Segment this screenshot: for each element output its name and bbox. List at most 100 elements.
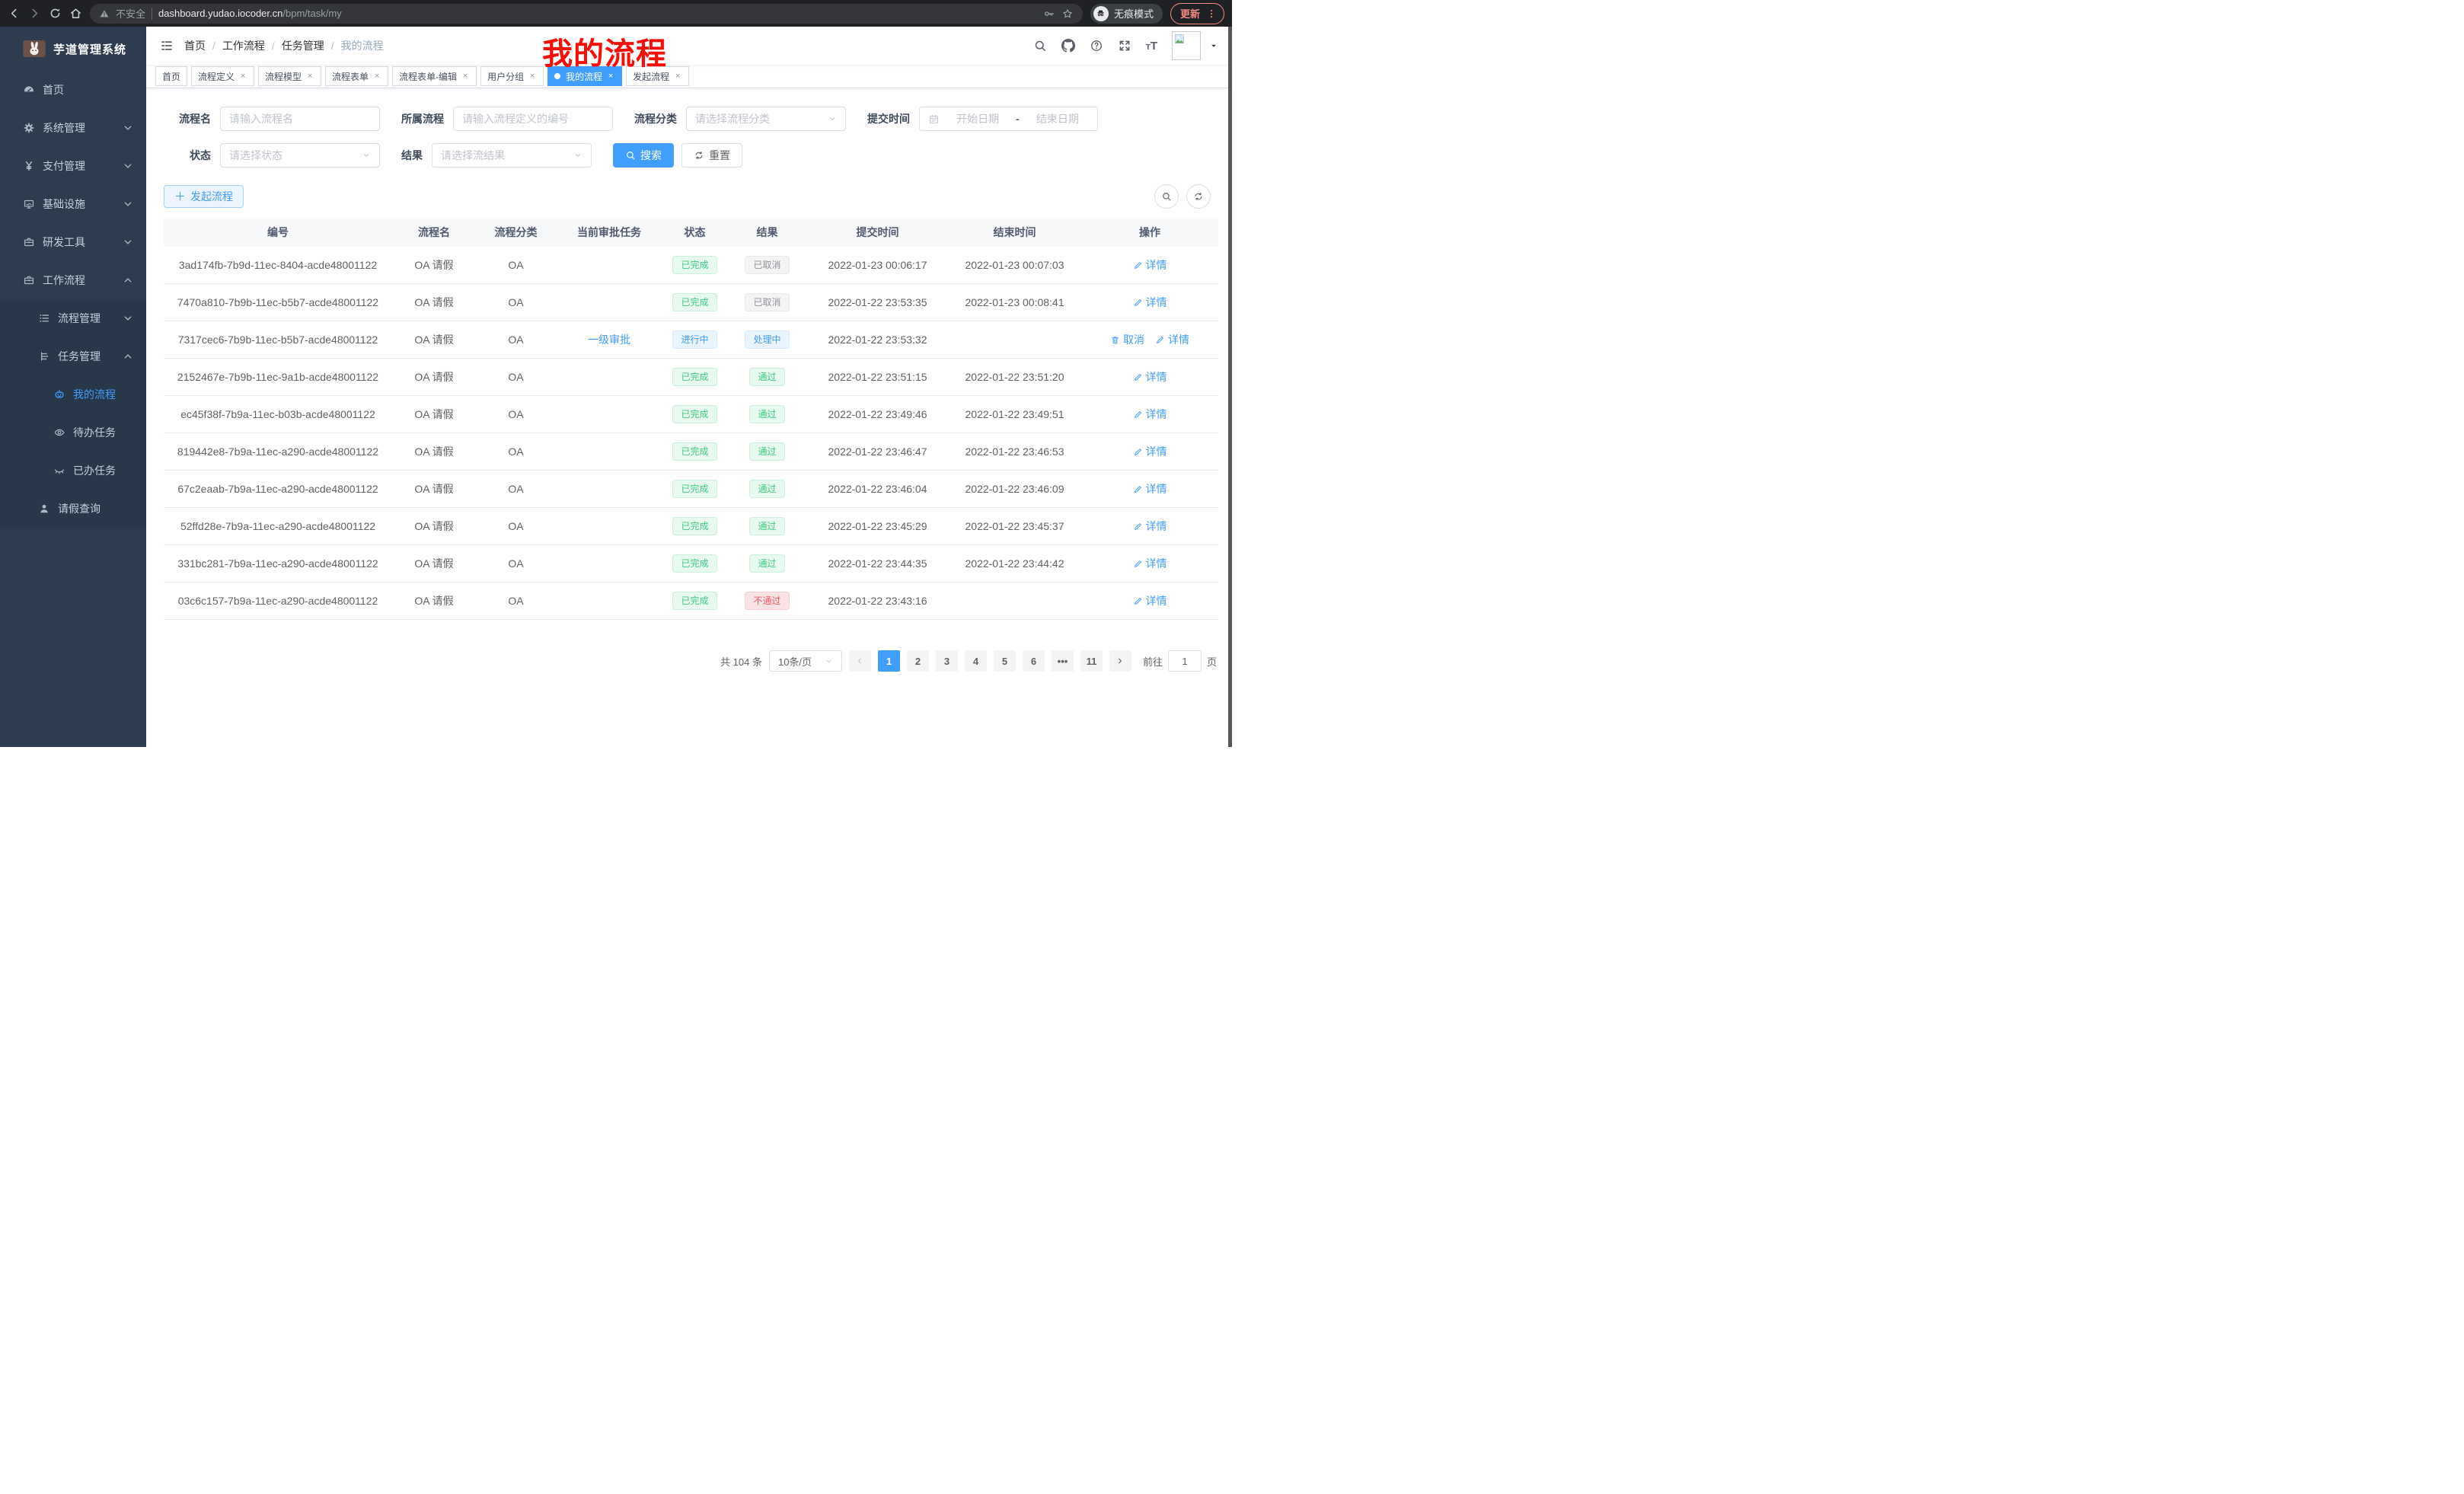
result-cell: 不通过: [727, 592, 807, 610]
status-badge: 已完成: [672, 480, 717, 498]
status-cell: 已完成: [662, 293, 727, 311]
sidebar-item-工作流程[interactable]: 工作流程: [0, 261, 146, 299]
detail-link[interactable]: 详情: [1133, 369, 1167, 385]
sidebar-item-研发工具[interactable]: 研发工具: [0, 223, 146, 261]
end-time: 2022-01-22 23:46:53: [948, 445, 1081, 458]
sidebar-item-任务管理[interactable]: 任务管理: [0, 337, 146, 375]
help-icon[interactable]: [1090, 39, 1103, 53]
browser-reload-icon[interactable]: [49, 7, 62, 20]
github-icon[interactable]: [1061, 39, 1075, 53]
detail-link[interactable]: 详情: [1133, 593, 1167, 608]
status-cell: 进行中: [662, 330, 727, 349]
page-button-11[interactable]: 11: [1080, 650, 1103, 672]
page-button-2[interactable]: 2: [907, 650, 929, 672]
show-search-button[interactable]: [1154, 184, 1179, 209]
tab-首页[interactable]: 首页: [155, 66, 187, 86]
search-icon[interactable]: [1033, 39, 1047, 53]
tab-流程模型[interactable]: 流程模型×: [258, 66, 321, 86]
detail-link[interactable]: 详情: [1133, 519, 1167, 534]
tab-close-icon[interactable]: ×: [305, 72, 314, 81]
hamburger-icon[interactable]: [160, 39, 174, 53]
breadcrumb-item[interactable]: 工作流程: [222, 38, 265, 53]
sidebar-item-支付管理[interactable]: 支付管理: [0, 147, 146, 185]
fullscreen-icon[interactable]: [1118, 39, 1131, 53]
sidebar-item-基础设施[interactable]: 基础设施: [0, 185, 146, 223]
user-menu-caret-icon[interactable]: [1209, 41, 1218, 50]
detail-link[interactable]: 详情: [1155, 332, 1189, 347]
sidebar-item-请假查询[interactable]: 请假查询: [0, 490, 146, 528]
status-cell: 已完成: [662, 480, 727, 498]
page-button-1[interactable]: 1: [878, 650, 900, 672]
tab-close-icon[interactable]: ×: [528, 72, 537, 81]
detail-link[interactable]: 详情: [1133, 257, 1167, 273]
tab-我的流程[interactable]: 我的流程×: [547, 66, 622, 86]
sidebar-item-流程管理[interactable]: 流程管理: [0, 299, 146, 337]
status-cell: 已完成: [662, 554, 727, 573]
security-warning-icon[interactable]: [99, 8, 110, 19]
browser-forward-icon[interactable]: [28, 7, 41, 20]
tab-label: 发起流程: [633, 70, 669, 83]
create-process-button[interactable]: ＋ 发起流程: [164, 185, 244, 208]
page-button-3[interactable]: 3: [936, 650, 958, 672]
refresh-table-button[interactable]: [1186, 184, 1211, 209]
tab-close-icon[interactable]: ×: [606, 72, 615, 81]
browser-menu-icon[interactable]: [1206, 8, 1217, 19]
start-date-placeholder[interactable]: 开始日期: [946, 111, 1009, 126]
tab-close-icon[interactable]: ×: [673, 72, 682, 81]
tab-用户分组[interactable]: 用户分组×: [480, 66, 544, 86]
browser-back-icon[interactable]: [8, 7, 21, 20]
definition-input[interactable]: [453, 107, 613, 131]
sidebar-item-待办任务[interactable]: 待办任务: [0, 413, 146, 452]
reset-button[interactable]: 重置: [681, 143, 742, 168]
detail-link[interactable]: 详情: [1133, 295, 1167, 310]
result-select[interactable]: 请选择流结果: [432, 143, 592, 168]
status-select[interactable]: 请选择状态: [220, 143, 380, 168]
avatar[interactable]: [1172, 31, 1201, 60]
tab-close-icon[interactable]: ×: [461, 72, 470, 81]
detail-link[interactable]: 详情: [1133, 556, 1167, 571]
tab-发起流程[interactable]: 发起流程 ×: [626, 66, 689, 86]
address-bar[interactable]: 不安全 dashboard.yudao.iocoder.cn/bpm/task/…: [90, 4, 1083, 24]
window-scrollbar[interactable]: [1228, 27, 1232, 747]
column-header: 状态: [662, 225, 727, 240]
font-size-icon[interactable]: TT: [1146, 40, 1157, 52]
prev-page-button[interactable]: [849, 650, 871, 672]
tab-流程表单-编辑[interactable]: 流程表单-编辑×: [392, 66, 477, 86]
sidebar-item-我的流程[interactable]: 我的流程: [0, 375, 146, 413]
goto-page-input[interactable]: [1168, 650, 1202, 672]
process-name: OA 请假: [392, 369, 476, 385]
tab-流程定义[interactable]: 流程定义×: [191, 66, 254, 86]
tab-close-icon[interactable]: ×: [238, 72, 247, 81]
status-cell: 已完成: [662, 405, 727, 423]
tab-close-icon[interactable]: ×: [372, 72, 381, 81]
date-range-picker[interactable]: 开始日期 - 结束日期: [919, 107, 1098, 131]
browser-home-icon[interactable]: [69, 7, 82, 20]
page-size-select[interactable]: 10条/页: [769, 650, 842, 672]
chevron-down-icon: [122, 198, 134, 210]
page-button-4[interactable]: 4: [965, 650, 987, 672]
category-select[interactable]: 请选择流程分类: [686, 107, 846, 131]
process-name-input[interactable]: [220, 107, 380, 131]
page-button-5[interactable]: 5: [994, 650, 1016, 672]
breadcrumb-item[interactable]: 首页: [184, 38, 206, 53]
page-ellipsis[interactable]: •••: [1052, 650, 1074, 672]
next-page-button[interactable]: [1109, 650, 1131, 672]
sidebar-item-首页[interactable]: 首页: [0, 71, 146, 109]
sidebar-item-系统管理[interactable]: 系统管理: [0, 109, 146, 147]
update-button[interactable]: 更新: [1170, 3, 1224, 24]
detail-link[interactable]: 详情: [1133, 444, 1167, 459]
detail-link[interactable]: 详情: [1133, 481, 1167, 496]
breadcrumb-item[interactable]: 任务管理: [282, 38, 324, 53]
search-button[interactable]: 搜索: [613, 143, 674, 168]
task-link[interactable]: 一级审批: [588, 332, 630, 347]
bookmark-star-icon[interactable]: [1061, 8, 1074, 20]
password-key-icon[interactable]: [1043, 8, 1055, 20]
cancel-link[interactable]: 取消: [1110, 332, 1144, 347]
end-date-placeholder[interactable]: 结束日期: [1026, 111, 1089, 126]
page-button-6[interactable]: 6: [1023, 650, 1045, 672]
detail-link[interactable]: 详情: [1133, 407, 1167, 422]
process-category: OA: [476, 371, 556, 383]
sidebar-item-已办任务[interactable]: 已办任务: [0, 452, 146, 490]
tab-流程表单[interactable]: 流程表单×: [325, 66, 388, 86]
app-logo[interactable]: 芋道管理系统: [0, 27, 146, 71]
